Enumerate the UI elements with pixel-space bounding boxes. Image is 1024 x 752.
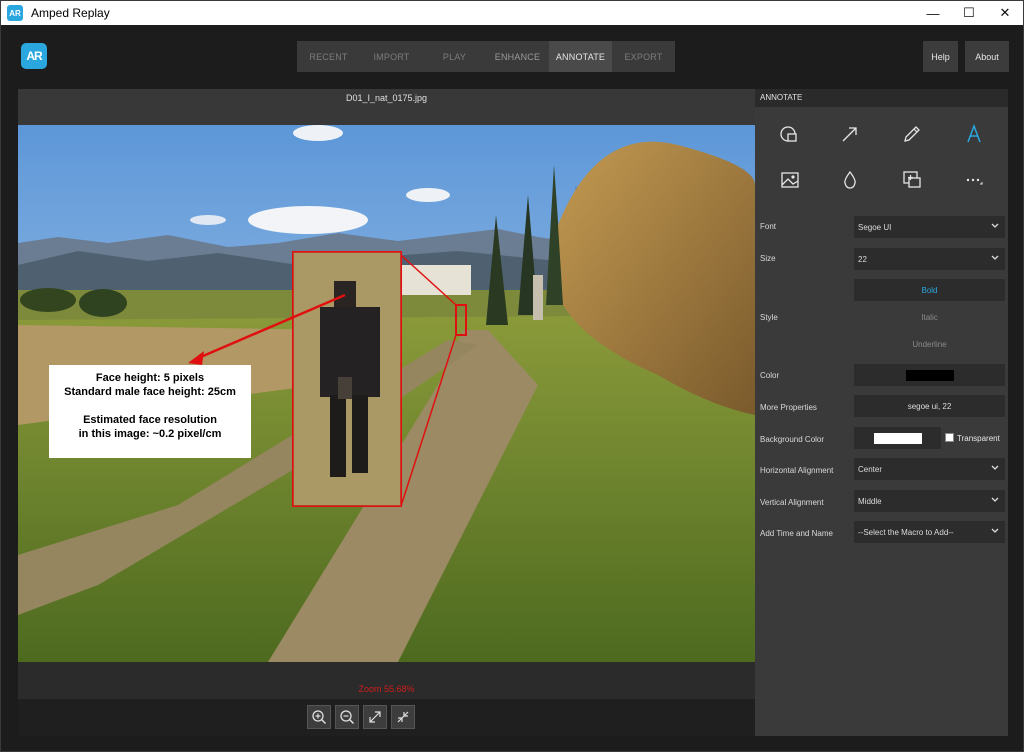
size-value: 22 xyxy=(858,254,867,264)
tab-play[interactable]: PLAY xyxy=(423,41,486,72)
horizontal-alignment-dropdown[interactable]: Center xyxy=(854,458,1005,480)
text-icon xyxy=(967,123,981,143)
pencil-tool-button[interactable] xyxy=(897,119,927,149)
horizontal-alignment-value: Center xyxy=(858,464,883,474)
background-color-picker[interactable] xyxy=(854,427,941,449)
shape-icon xyxy=(780,126,797,142)
app-window: AR Amped Replay — ☐ ✕ AR RECENT IMPORT P… xyxy=(0,0,1024,752)
top-navigation: AR RECENT IMPORT PLAY ENHANCE ANNOTATE E… xyxy=(1,25,1023,87)
zoom-toolbar xyxy=(18,699,755,736)
image-icon xyxy=(781,172,799,188)
size-label: Size xyxy=(760,254,776,263)
workflow-tabs: RECENT IMPORT PLAY ENHANCE ANNOTATE EXPO… xyxy=(297,41,675,72)
color-picker[interactable] xyxy=(854,364,1005,386)
callout-line-1: Face height: 5 pixels xyxy=(95,372,205,384)
close-button[interactable]: ✕ xyxy=(987,1,1023,25)
minimize-button[interactable]: — xyxy=(915,1,951,25)
help-button[interactable]: Help xyxy=(923,41,958,72)
callout-spacer xyxy=(49,399,251,413)
callout-line-2: Standard male face height: 25cm xyxy=(64,386,236,398)
window-controls: — ☐ ✕ xyxy=(915,1,1023,25)
macro-dropdown[interactable]: --Select the Macro to Add-- xyxy=(854,521,1005,543)
file-name-label: D01_I_nat_0175.jpg xyxy=(18,89,755,125)
zoom-level-label: Zoom 55.68% xyxy=(358,684,415,694)
callout-line-3: Estimated face resolution xyxy=(83,414,217,426)
more-icon xyxy=(966,178,983,185)
tab-recent[interactable]: RECENT xyxy=(297,41,360,72)
image-tool-button[interactable] xyxy=(775,165,805,195)
annotation-text-box[interactable]: Face height: 5 pixels Standard male face… xyxy=(49,365,251,458)
background-color-label: Background Color xyxy=(760,435,825,444)
about-button[interactable]: About xyxy=(965,41,1009,72)
more-properties-label: More Properties xyxy=(760,403,817,412)
transparent-label: Transparent xyxy=(957,434,1000,443)
app-icon: AR xyxy=(7,5,23,21)
zoom-in-icon xyxy=(312,710,327,725)
chevron-down-icon xyxy=(991,465,999,470)
vertical-alignment-dropdown[interactable]: Middle xyxy=(854,490,1005,512)
vertical-alignment-value: Middle xyxy=(858,496,882,506)
font-value: Segoe UI xyxy=(858,222,892,232)
tab-import[interactable]: IMPORT xyxy=(360,41,423,72)
more-properties-button[interactable]: segoe ui, 22 xyxy=(854,395,1005,417)
more-tools-button[interactable] xyxy=(959,165,989,195)
bold-toggle[interactable]: Bold xyxy=(854,279,1005,301)
text-tool-button[interactable] xyxy=(959,119,989,149)
zoom-out-icon xyxy=(340,710,355,725)
window-title: Amped Replay xyxy=(31,6,110,20)
tab-export[interactable]: EXPORT xyxy=(612,41,675,72)
font-label: Font xyxy=(760,222,777,231)
style-label: Style xyxy=(760,313,778,322)
chevron-down-icon xyxy=(991,223,999,228)
fit-screen-button[interactable] xyxy=(363,705,387,729)
zoom-out-button[interactable] xyxy=(335,705,359,729)
macro-value: --Select the Macro to Add-- xyxy=(858,527,954,537)
horizontal-alignment-label: Horizontal Alignment xyxy=(760,466,834,475)
tab-annotate[interactable]: ANNOTATE xyxy=(549,41,612,72)
shrink-icon xyxy=(397,711,409,723)
expand-icon xyxy=(369,711,381,723)
arrow-icon xyxy=(842,127,857,142)
tab-enhance[interactable]: ENHANCE xyxy=(486,41,549,72)
chevron-down-icon xyxy=(991,497,999,502)
vertical-alignment-label: Vertical Alignment xyxy=(760,498,824,507)
italic-toggle[interactable]: Italic xyxy=(854,313,1005,322)
color-label: Color xyxy=(760,371,780,380)
actual-size-button[interactable] xyxy=(391,705,415,729)
underline-toggle[interactable]: Underline xyxy=(854,340,1005,349)
transparent-checkbox[interactable] xyxy=(945,433,954,442)
size-dropdown[interactable]: 22 xyxy=(854,248,1005,270)
panel-header: ANNOTATE xyxy=(755,89,1008,107)
magnifier-box-tool-button[interactable] xyxy=(897,165,927,195)
pencil-icon xyxy=(904,126,920,142)
maximize-button[interactable]: ☐ xyxy=(951,1,987,25)
chevron-down-icon xyxy=(991,255,999,260)
color-swatch xyxy=(905,369,954,381)
app-logo: AR xyxy=(21,43,47,69)
magnifier-box-icon xyxy=(903,171,921,188)
font-dropdown[interactable]: Segoe UI xyxy=(854,216,1005,238)
shape-tool-button[interactable] xyxy=(775,119,805,149)
zoom-in-button[interactable] xyxy=(307,705,331,729)
add-time-name-label: Add Time and Name xyxy=(760,529,833,538)
image-viewer: D01_I_nat_0175.jpg Face height: 5 pixels… xyxy=(18,89,755,736)
callout-line-4: in this image: ~0.2 pixel/cm xyxy=(78,428,222,440)
chevron-down-icon xyxy=(991,528,999,533)
annotate-panel: ANNOTATE Font Segoe UI Size 22 Bold Styl… xyxy=(755,89,1008,736)
arrow-tool-button[interactable] xyxy=(835,119,865,149)
blur-tool-button[interactable] xyxy=(835,165,865,195)
blur-icon xyxy=(844,170,856,189)
image-canvas[interactable]: Face height: 5 pixels Standard male face… xyxy=(18,125,755,662)
title-bar: AR Amped Replay — ☐ ✕ xyxy=(1,1,1023,25)
background-swatch xyxy=(873,432,922,444)
